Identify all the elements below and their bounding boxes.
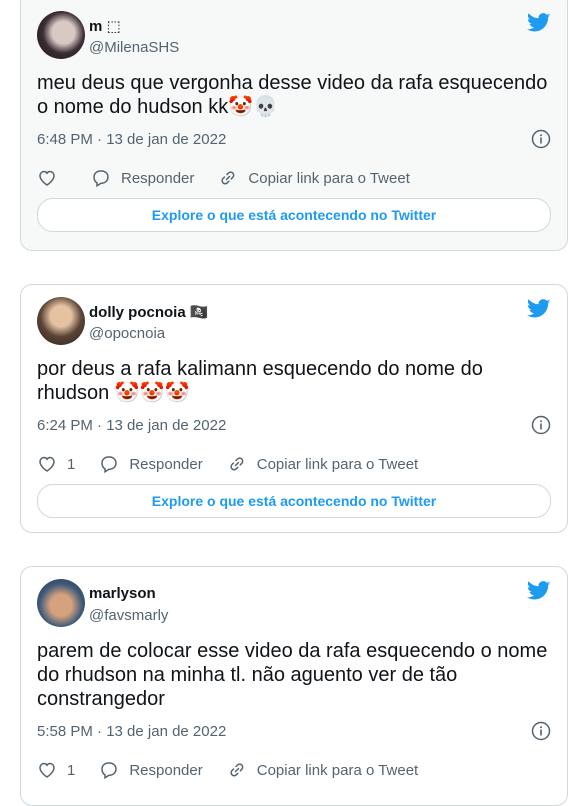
heart-icon bbox=[39, 456, 55, 472]
copy-link-button[interactable]: Copiar link para o Tweet bbox=[218, 168, 410, 188]
twitter-bird-icon[interactable] bbox=[527, 299, 551, 319]
avatar[interactable] bbox=[37, 579, 85, 627]
tweet-meta: 5:58 PM · 13 de jan de 2022 bbox=[37, 721, 551, 743]
link-icon bbox=[221, 171, 235, 185]
user-handle[interactable]: @MilenaSHS bbox=[89, 39, 179, 56]
tweet-meta: 6:24 PM · 13 de jan de 2022 bbox=[37, 415, 551, 437]
tweet-card-1: m ⬚ @MilenaSHS meu deus que vergonha des… bbox=[20, 0, 568, 251]
copy-link-button[interactable]: Copiar link para o Tweet bbox=[227, 454, 418, 474]
like-button[interactable]: 1 bbox=[37, 760, 75, 780]
copy-link-button[interactable]: Copiar link para o Tweet bbox=[227, 760, 418, 780]
tweet-header: m ⬚ @MilenaSHS bbox=[37, 11, 551, 61]
reply-button[interactable]: Responder bbox=[99, 454, 203, 474]
avatar[interactable] bbox=[37, 11, 85, 59]
explore-button[interactable]: Explore o que está acontecendo no Twitte… bbox=[37, 198, 551, 232]
avatar[interactable] bbox=[37, 297, 85, 345]
reply-label: Responder bbox=[121, 169, 195, 187]
twitter-bird-icon[interactable] bbox=[527, 581, 551, 601]
tweet-text: meu deus que vergonha desse video da raf… bbox=[37, 72, 548, 118]
reply-icon bbox=[101, 456, 118, 474]
link-icon bbox=[230, 457, 244, 471]
info-icon[interactable] bbox=[531, 129, 551, 149]
reply-button[interactable]: Responder bbox=[91, 168, 194, 188]
copy-link-label: Copiar link para o Tweet bbox=[256, 455, 419, 473]
tweet-text: por deus a rafa kalimann esquecendo do n… bbox=[37, 358, 483, 404]
reply-label: Responder bbox=[129, 455, 203, 473]
explore-button[interactable]: Explore o que está acontecendo no Twitte… bbox=[37, 484, 551, 518]
tweet-header: marlyson @favsmarly bbox=[37, 579, 551, 629]
copy-link-label: Copiar link para o Tweet bbox=[248, 169, 410, 187]
user-handle[interactable]: @opocnoia bbox=[89, 325, 165, 342]
like-button[interactable]: 1 bbox=[37, 454, 75, 474]
display-name[interactable]: marlyson bbox=[89, 585, 156, 602]
tweet-actions: 1 Responder Copiar link para o Tweet bbox=[37, 753, 551, 786]
timestamp[interactable]: 5:58 PM · 13 de jan de 2022 bbox=[37, 723, 226, 740]
twitter-bird-icon[interactable] bbox=[527, 13, 551, 33]
tweet-card-2: dolly pocnoia 🏴‍☠️ @opocnoia por deus a … bbox=[20, 284, 568, 533]
tweet-header: dolly pocnoia 🏴‍☠️ @opocnoia bbox=[37, 297, 551, 347]
link-icon bbox=[230, 763, 244, 777]
copy-link-label: Copiar link para o Tweet bbox=[256, 761, 419, 779]
tweet-actions: Responder Copiar link para o Tweet bbox=[37, 161, 551, 194]
like-button[interactable] bbox=[37, 168, 67, 188]
heart-icon bbox=[39, 762, 55, 778]
heart-icon bbox=[39, 170, 55, 186]
timestamp[interactable]: 6:48 PM · 13 de jan de 2022 bbox=[37, 131, 226, 148]
tweet-text: parem de colocar esse video da rafa esqu… bbox=[37, 640, 548, 710]
info-icon[interactable] bbox=[531, 415, 551, 435]
tweet-card-3: marlyson @favsmarly parem de colocar ess… bbox=[20, 566, 568, 806]
timestamp[interactable]: 6:24 PM · 13 de jan de 2022 bbox=[37, 417, 226, 434]
reply-icon bbox=[101, 762, 118, 780]
like-count: 1 bbox=[67, 455, 76, 473]
reply-button[interactable]: Responder bbox=[99, 760, 203, 780]
info-icon[interactable] bbox=[531, 721, 551, 741]
display-name[interactable]: m ⬚ bbox=[89, 17, 121, 35]
reply-icon bbox=[93, 170, 109, 188]
tweet-meta: 6:48 PM · 13 de jan de 2022 bbox=[37, 129, 551, 151]
user-handle[interactable]: @favsmarly bbox=[89, 607, 168, 624]
display-name[interactable]: dolly pocnoia 🏴‍☠️ bbox=[89, 303, 209, 321]
reply-label: Responder bbox=[129, 761, 203, 779]
tweet-actions: 1 Responder Copiar link para o Tweet bbox=[37, 447, 551, 480]
like-count: 1 bbox=[67, 761, 76, 779]
